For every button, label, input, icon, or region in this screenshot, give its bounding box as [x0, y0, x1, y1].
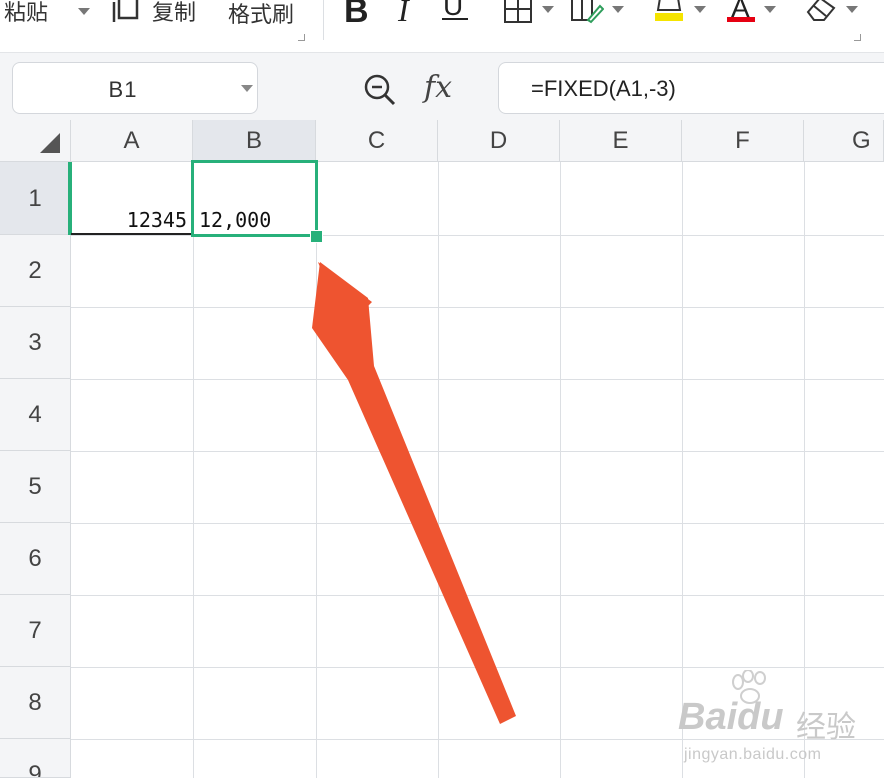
watermark-brand: Baidu: [678, 696, 784, 738]
watermark-url: jingyan.baidu.com: [684, 746, 822, 763]
watermark-brand-cn: 经验: [796, 711, 856, 744]
baidu-watermark: Baidu 经验 jingyan.baidu.com: [678, 668, 884, 778]
annotation-arrow: [312, 262, 516, 724]
